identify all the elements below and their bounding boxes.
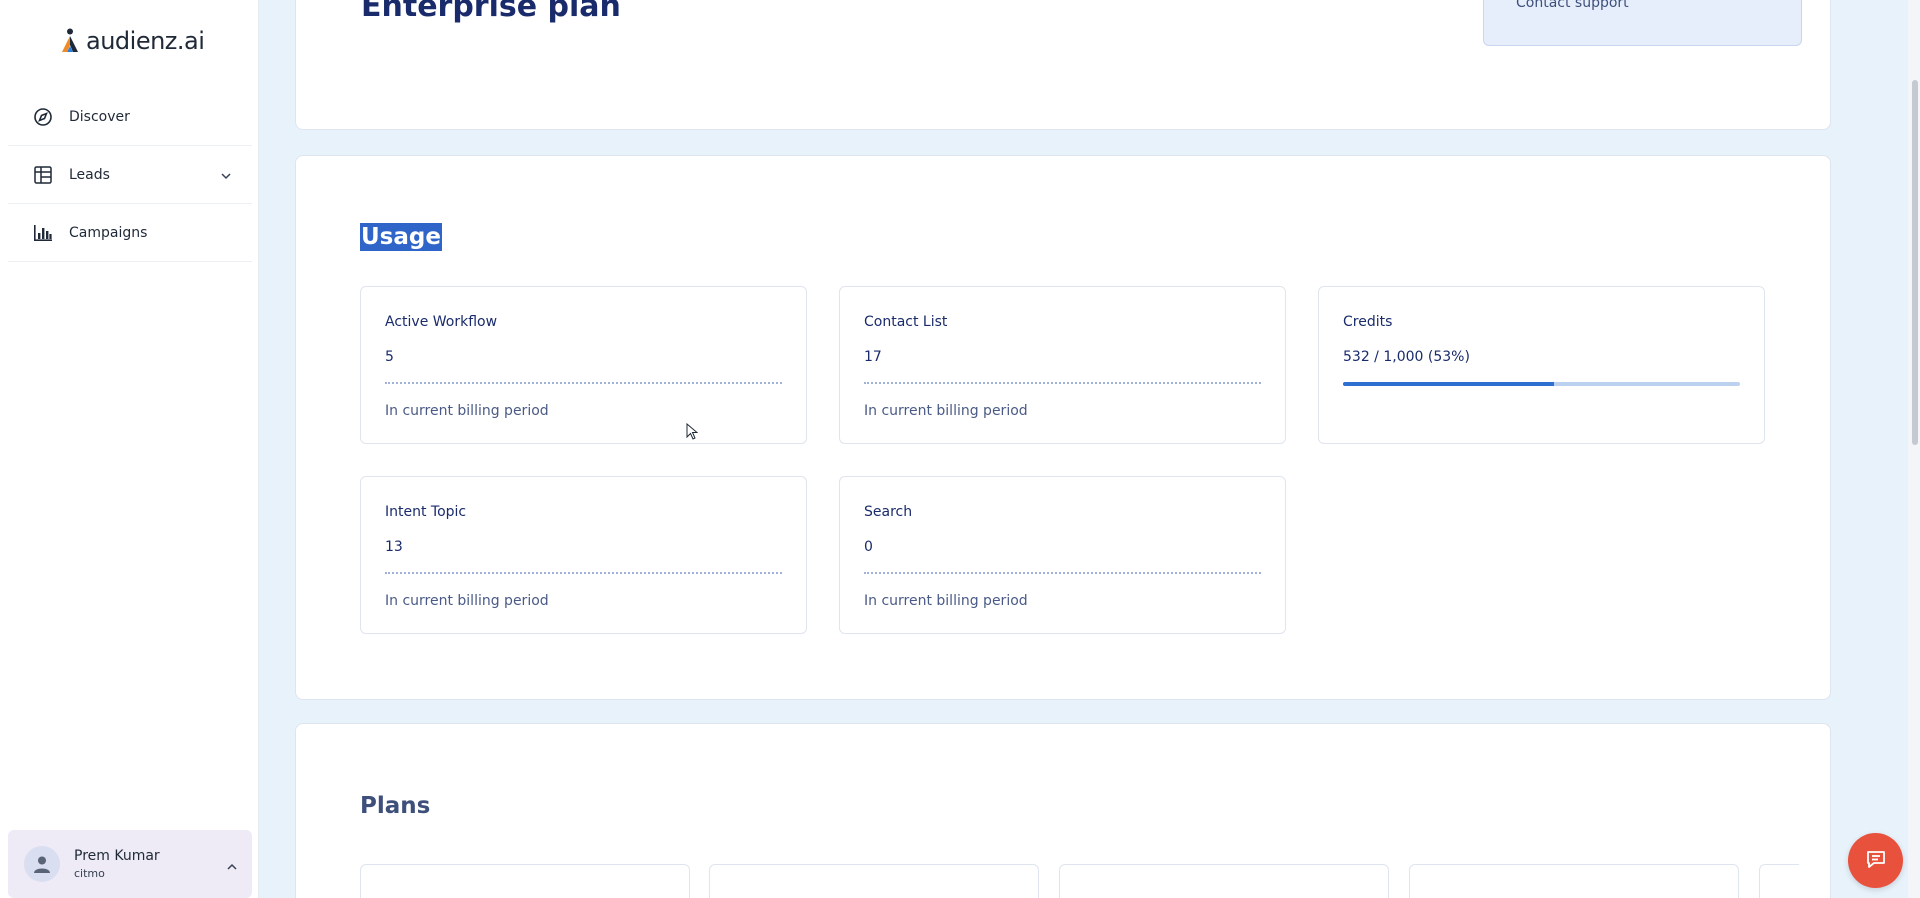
logo-mark-icon <box>60 28 82 54</box>
plan-title: Enterprise plan <box>361 0 621 24</box>
user-org: citmo <box>74 867 105 880</box>
usage-title: Usage <box>360 223 442 251</box>
user-name: Prem Kumar <box>74 848 160 864</box>
usage-card: Usage Active Workflow 5 In current billi… <box>295 155 1831 700</box>
chevron-down-icon[interactable] <box>220 167 232 186</box>
plan-option-card[interactable] <box>360 864 690 898</box>
stat-sub: In current billing period <box>864 593 1028 609</box>
credits-progress-fill <box>1343 382 1555 386</box>
sidebar-item-label: Campaigns <box>69 224 148 241</box>
stat-value: 5 <box>385 349 394 365</box>
compass-icon <box>32 106 54 128</box>
stat-card-active-workflow: Active Workflow 5 In current billing per… <box>360 286 807 444</box>
stat-sub: In current billing period <box>385 403 549 419</box>
contact-support-link[interactable]: Contact support <box>1516 0 1629 11</box>
mouse-cursor-icon <box>686 422 699 445</box>
stat-label: Credits <box>1343 314 1393 330</box>
sidebar-item-discover[interactable]: Discover <box>8 88 252 146</box>
stat-divider <box>864 382 1261 384</box>
chat-icon <box>1864 847 1888 875</box>
avatar <box>24 846 60 882</box>
stat-divider <box>385 572 782 574</box>
stat-card-search: Search 0 In current billing period <box>839 476 1286 634</box>
stat-label: Active Workflow <box>385 314 498 330</box>
sidebar-nav: Discover Leads Campaigns <box>8 88 252 262</box>
stat-divider <box>864 572 1261 574</box>
sidebar-item-leads[interactable]: Leads <box>8 146 252 204</box>
plans-card: Plans <box>295 723 1831 898</box>
scrollbar-thumb[interactable] <box>1912 80 1918 445</box>
table-icon <box>32 164 54 186</box>
stat-card-credits: Credits 532 / 1,000 (53%) <box>1318 286 1765 444</box>
stat-card-intent-topic: Intent Topic 13 In current billing perio… <box>360 476 807 634</box>
stat-label: Intent Topic <box>385 504 467 520</box>
sidebar: audienz.ai Discover Leads Campaigns Prem… <box>0 0 259 898</box>
brand-logo[interactable]: audienz.ai <box>60 27 205 55</box>
chat-button[interactable] <box>1848 833 1903 888</box>
plan-option-card[interactable] <box>1059 864 1389 898</box>
credits-progress-bar <box>1343 382 1740 386</box>
stat-value: 17 <box>864 349 882 365</box>
plan-card: Enterprise plan Contact support <box>295 0 1831 130</box>
stat-value: 13 <box>385 539 403 555</box>
plan-option-card[interactable] <box>709 864 1039 898</box>
page-scrollbar[interactable] <box>1908 0 1920 898</box>
stat-value: 532 / 1,000 (53%) <box>1343 349 1470 365</box>
support-box: Contact support <box>1483 0 1802 46</box>
stat-label: Contact List <box>864 314 948 330</box>
brand-name: audienz.ai <box>86 27 205 55</box>
plans-title: Plans <box>360 793 431 819</box>
plan-option-card[interactable] <box>1409 864 1739 898</box>
stat-divider <box>385 382 782 384</box>
stat-sub: In current billing period <box>385 593 549 609</box>
sidebar-item-campaigns[interactable]: Campaigns <box>8 204 252 262</box>
sidebar-item-label: Discover <box>69 108 130 125</box>
stat-value: 0 <box>864 539 873 555</box>
plan-option-card[interactable] <box>1759 864 1799 898</box>
stat-sub: In current billing period <box>864 403 1028 419</box>
chevron-up-icon[interactable] <box>226 858 238 877</box>
stat-label: Search <box>864 504 913 520</box>
stat-card-contact-list: Contact List 17 In current billing perio… <box>839 286 1286 444</box>
sidebar-item-label: Leads <box>69 166 110 183</box>
bar-chart-icon <box>32 222 54 244</box>
main-content: Enterprise plan Contact support Usage Ac… <box>262 0 1887 898</box>
user-menu[interactable]: Prem Kumar citmo <box>8 830 252 898</box>
